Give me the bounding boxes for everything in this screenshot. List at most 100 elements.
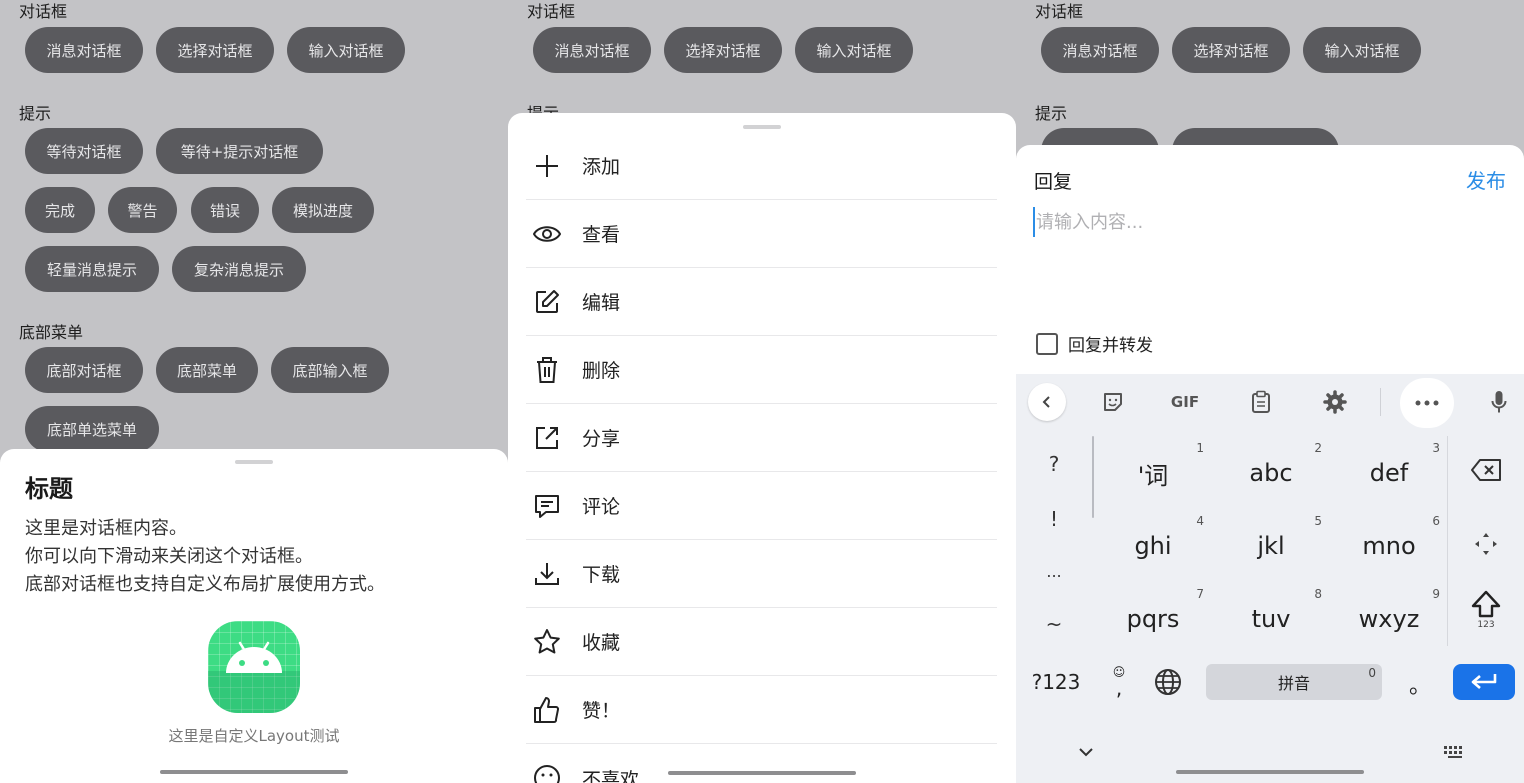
- period-key[interactable]: 。: [1402, 664, 1438, 704]
- mic-icon[interactable]: [1480, 383, 1518, 421]
- section-title-dialog: 对话框: [1035, 2, 1084, 21]
- keyboard-switch-icon[interactable]: [1438, 738, 1472, 766]
- wait-dialog-button[interactable]: 等待对话框: [25, 128, 143, 174]
- dialog-message: 这里是对话框内容。 你可以向下滑动来关闭这个对话框。 底部对话框也支持自定义布局…: [25, 515, 385, 599]
- key-9[interactable]: wxyz 9: [1330, 584, 1448, 654]
- hide-keyboard-icon[interactable]: [1072, 738, 1100, 766]
- key-1[interactable]: '词 1: [1094, 438, 1212, 508]
- message-dialog-button[interactable]: 消息对话框: [25, 27, 143, 73]
- publish-button[interactable]: 发布: [1466, 165, 1506, 194]
- key-exclamation[interactable]: !: [1016, 507, 1092, 531]
- trash-icon: [526, 355, 568, 385]
- home-indicator[interactable]: [160, 770, 348, 774]
- select-dialog-button[interactable]: 选择对话框: [664, 27, 782, 73]
- reply-content-input[interactable]: [1033, 207, 1503, 237]
- select-dialog-button[interactable]: 选择对话框: [1172, 27, 1290, 73]
- menu-item-favorite[interactable]: 收藏: [526, 608, 997, 676]
- comma-label: ,: [1115, 676, 1123, 700]
- menu-item-view[interactable]: 查看: [526, 200, 997, 268]
- input-dialog-button[interactable]: 输入对话框: [1303, 27, 1421, 73]
- more-icon[interactable]: [1400, 378, 1454, 428]
- input-dialog-button[interactable]: 输入对话框: [795, 27, 913, 73]
- cursor-move-icon[interactable]: [1448, 514, 1524, 574]
- key-ellipsis[interactable]: ...: [1016, 562, 1092, 581]
- key-2[interactable]: abc 2: [1212, 438, 1330, 508]
- menu-item-share[interactable]: 分享: [526, 404, 997, 472]
- warning-button[interactable]: 警告: [108, 187, 177, 233]
- home-indicator[interactable]: [1176, 770, 1364, 774]
- clipboard-icon[interactable]: [1242, 383, 1280, 421]
- menu-item-comment[interactable]: 评论: [526, 472, 997, 540]
- period-label: 。: [1408, 674, 1431, 699]
- key-8[interactable]: tuv 8: [1212, 584, 1330, 654]
- backspace-icon[interactable]: [1448, 440, 1524, 500]
- bottom-input-button[interactable]: 底部输入框: [271, 347, 389, 393]
- back-icon[interactable]: [1028, 383, 1066, 421]
- menu-item-label: 添加: [582, 156, 621, 178]
- drag-handle[interactable]: [235, 460, 273, 464]
- menu-item-dislike[interactable]: 不喜欢: [526, 744, 997, 783]
- reply-title: 回复: [1034, 171, 1073, 193]
- plus-icon: [526, 151, 568, 181]
- key-tilde[interactable]: ~: [1016, 612, 1092, 636]
- bottom-menu-button[interactable]: 底部菜单: [156, 347, 258, 393]
- home-indicator[interactable]: [668, 771, 856, 775]
- key-7[interactable]: pqrs 7: [1094, 584, 1212, 654]
- reply-forward-checkbox[interactable]: [1036, 332, 1058, 355]
- section-title-bottom-menu: 底部菜单: [19, 323, 84, 342]
- bottom-dialog-button[interactable]: 底部对话框: [25, 347, 143, 393]
- enter-icon: [1471, 674, 1497, 689]
- reply-and-forward-option[interactable]: 回复并转发: [1036, 331, 1153, 356]
- key-number: 8: [1314, 587, 1322, 601]
- message-dialog-button[interactable]: 消息对话框: [533, 27, 651, 73]
- select-dialog-button[interactable]: 选择对话框: [156, 27, 274, 73]
- thumbs-up-icon: [526, 695, 568, 725]
- bottom-radio-menu-button[interactable]: 底部单选菜单: [25, 406, 159, 452]
- symbols-key[interactable]: ?123: [1020, 664, 1092, 700]
- input-dialog-button[interactable]: 输入对话框: [287, 27, 405, 73]
- key-6[interactable]: mno 6: [1330, 511, 1448, 581]
- menu-item-label: 收藏: [582, 632, 621, 654]
- share-icon: [526, 423, 568, 453]
- key-5[interactable]: jkl 5: [1212, 511, 1330, 581]
- shift-sub-label: 123: [1477, 620, 1495, 630]
- dialog-title: 标题: [25, 475, 73, 503]
- gif-label: GIF: [1170, 393, 1200, 411]
- menu-item-like[interactable]: 赞！: [526, 676, 997, 744]
- toolbar-divider: [1380, 388, 1381, 416]
- enter-key[interactable]: [1453, 664, 1515, 700]
- space-key[interactable]: 拼音 0: [1206, 664, 1382, 700]
- comment-icon: [526, 491, 568, 521]
- menu-item-label: 分享: [582, 428, 621, 450]
- key-label: tuv: [1251, 605, 1291, 633]
- star-icon: [526, 627, 568, 657]
- punctuation-column: ? ! ... ~: [1016, 430, 1092, 652]
- settings-icon[interactable]: [1316, 383, 1354, 421]
- simulate-progress-button[interactable]: 模拟进度: [272, 187, 374, 233]
- light-toast-button[interactable]: 轻量消息提示: [25, 246, 159, 292]
- wait-tip-dialog-button[interactable]: 等待+提示对话框: [156, 128, 323, 174]
- dialog-line: 底部对话框也支持自定义布局扩展使用方式。: [25, 574, 385, 595]
- gif-button[interactable]: GIF: [1166, 383, 1204, 421]
- menu-item-download[interactable]: 下载: [526, 540, 997, 608]
- complex-toast-button[interactable]: 复杂消息提示: [172, 246, 306, 292]
- globe-icon[interactable]: [1150, 664, 1186, 700]
- emoji-comma-key[interactable]: ☺ ,: [1104, 660, 1134, 704]
- soft-keyboard[interactable]: GIF ? ! ... ~ '词 1 abc 2 def 3 ghi 4 jkl…: [1016, 374, 1524, 783]
- key-4[interactable]: ghi 4: [1094, 511, 1212, 581]
- sticker-icon[interactable]: [1094, 383, 1132, 421]
- menu-item-delete[interactable]: 删除: [526, 336, 997, 404]
- section-title-tips: 提示: [1035, 104, 1068, 123]
- menu-item-edit[interactable]: 编辑: [526, 268, 997, 336]
- edit-icon: [526, 287, 568, 317]
- shift-icon[interactable]: 123: [1448, 580, 1524, 640]
- key-question[interactable]: ?: [1016, 452, 1092, 476]
- bottom-menu-sheet[interactable]: 添加 查看 编辑 删除 分享 评论 下载 收藏 赞！ 不喜欢: [508, 113, 1016, 783]
- bottom-dialog-sheet[interactable]: 标题 这里是对话框内容。 你可以向下滑动来关闭这个对话框。 底部对话框也支持自定…: [0, 449, 508, 783]
- done-button[interactable]: 完成: [25, 187, 95, 233]
- drag-handle[interactable]: [743, 125, 781, 129]
- message-dialog-button[interactable]: 消息对话框: [1041, 27, 1159, 73]
- key-3[interactable]: def 3: [1330, 438, 1448, 508]
- menu-item-add[interactable]: 添加: [526, 132, 997, 200]
- error-button[interactable]: 错误: [191, 187, 259, 233]
